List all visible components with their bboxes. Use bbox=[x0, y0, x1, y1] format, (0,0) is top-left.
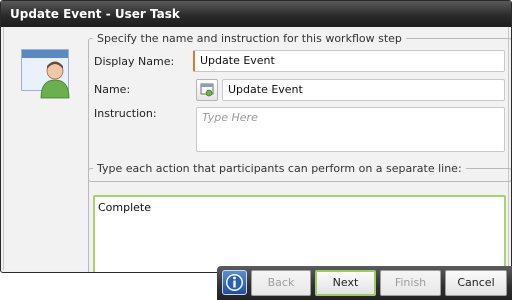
next-button[interactable]: Next bbox=[315, 270, 376, 296]
dialog-content: Specify the name and instruction for thi… bbox=[3, 27, 511, 272]
wizard-footer: Back Next Finish Cancel bbox=[217, 266, 512, 300]
instruction-label: Instruction: bbox=[94, 107, 157, 120]
dialog-window: Update Event - User Task Specify the nam… bbox=[0, 0, 512, 273]
field-picker-icon bbox=[200, 83, 214, 97]
cancel-button[interactable]: Cancel bbox=[445, 270, 507, 296]
name-field[interactable]: Update Event bbox=[222, 79, 505, 101]
actions-group: Type each action that participants can p… bbox=[88, 162, 511, 272]
finish-button[interactable]: Finish bbox=[380, 270, 441, 296]
instruction-field[interactable]: Type Here bbox=[196, 107, 505, 152]
help-button[interactable] bbox=[222, 270, 247, 295]
display-name-field[interactable]: Update Event bbox=[193, 50, 505, 72]
back-button[interactable]: Back bbox=[251, 270, 311, 296]
user-task-icon bbox=[21, 49, 70, 99]
name-group-legend: Specify the name and instruction for thi… bbox=[97, 32, 402, 45]
name-label: Name: bbox=[94, 83, 131, 96]
actions-textarea[interactable]: Complete bbox=[93, 195, 506, 272]
instruction-placeholder: Type Here bbox=[202, 111, 258, 124]
display-name-label: Display Name: bbox=[94, 55, 175, 68]
info-icon bbox=[226, 274, 243, 291]
field-picker-button[interactable] bbox=[196, 79, 218, 101]
actions-group-legend: Type each action that participants can p… bbox=[97, 162, 462, 175]
dialog-title: Update Event - User Task bbox=[1, 1, 511, 27]
